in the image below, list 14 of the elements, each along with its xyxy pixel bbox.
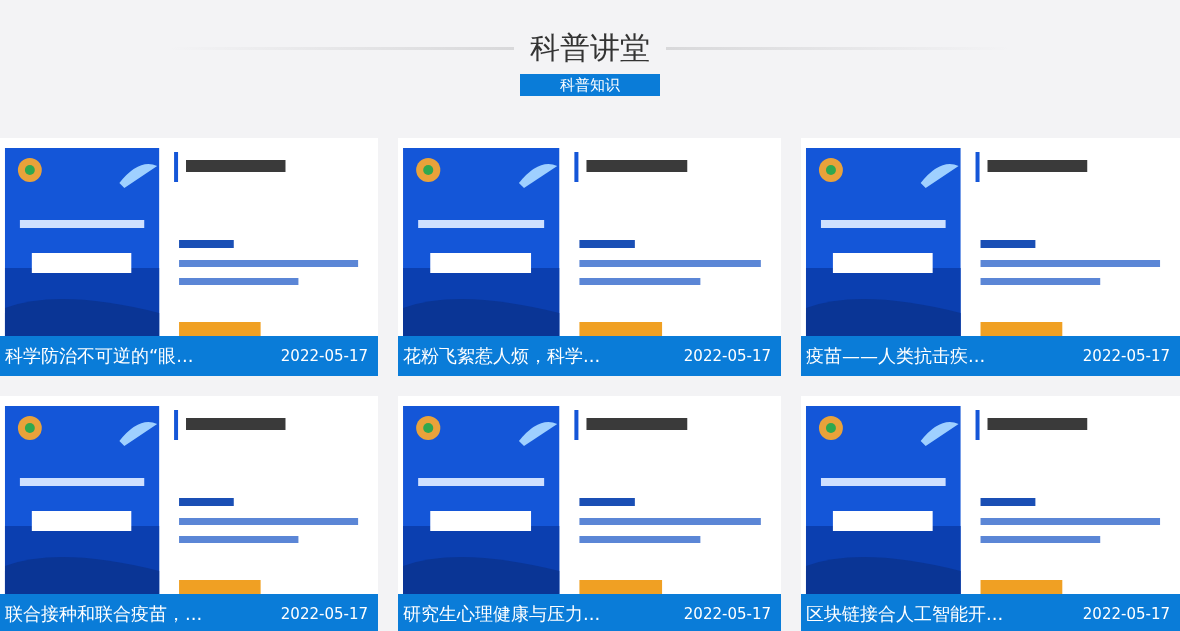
section-title: 科普讲堂: [530, 29, 650, 67]
video-title[interactable]: 疫苗——人类抗击疾...: [806, 344, 986, 368]
video-date: 2022-05-17: [683, 347, 771, 365]
video-title[interactable]: 科学防治不可逆的“眼...: [5, 344, 194, 368]
video-date: 2022-05-17: [280, 605, 368, 623]
video-title[interactable]: 花粉飞絮惹人烦，科学...: [403, 344, 601, 368]
video-date: 2022-05-17: [683, 605, 771, 623]
video-date: 2022-05-17: [280, 347, 368, 365]
section-subtitle: 科普知识: [520, 74, 660, 96]
video-title[interactable]: 联合接种和联合疫苗，...: [5, 602, 203, 626]
video-date: 2022-05-17: [1082, 347, 1170, 365]
video-title[interactable]: 区块链接合人工智能开...: [806, 602, 1004, 626]
video-title[interactable]: 研究生心理健康与压力...: [403, 602, 601, 626]
video-date: 2022-05-17: [1082, 605, 1170, 623]
